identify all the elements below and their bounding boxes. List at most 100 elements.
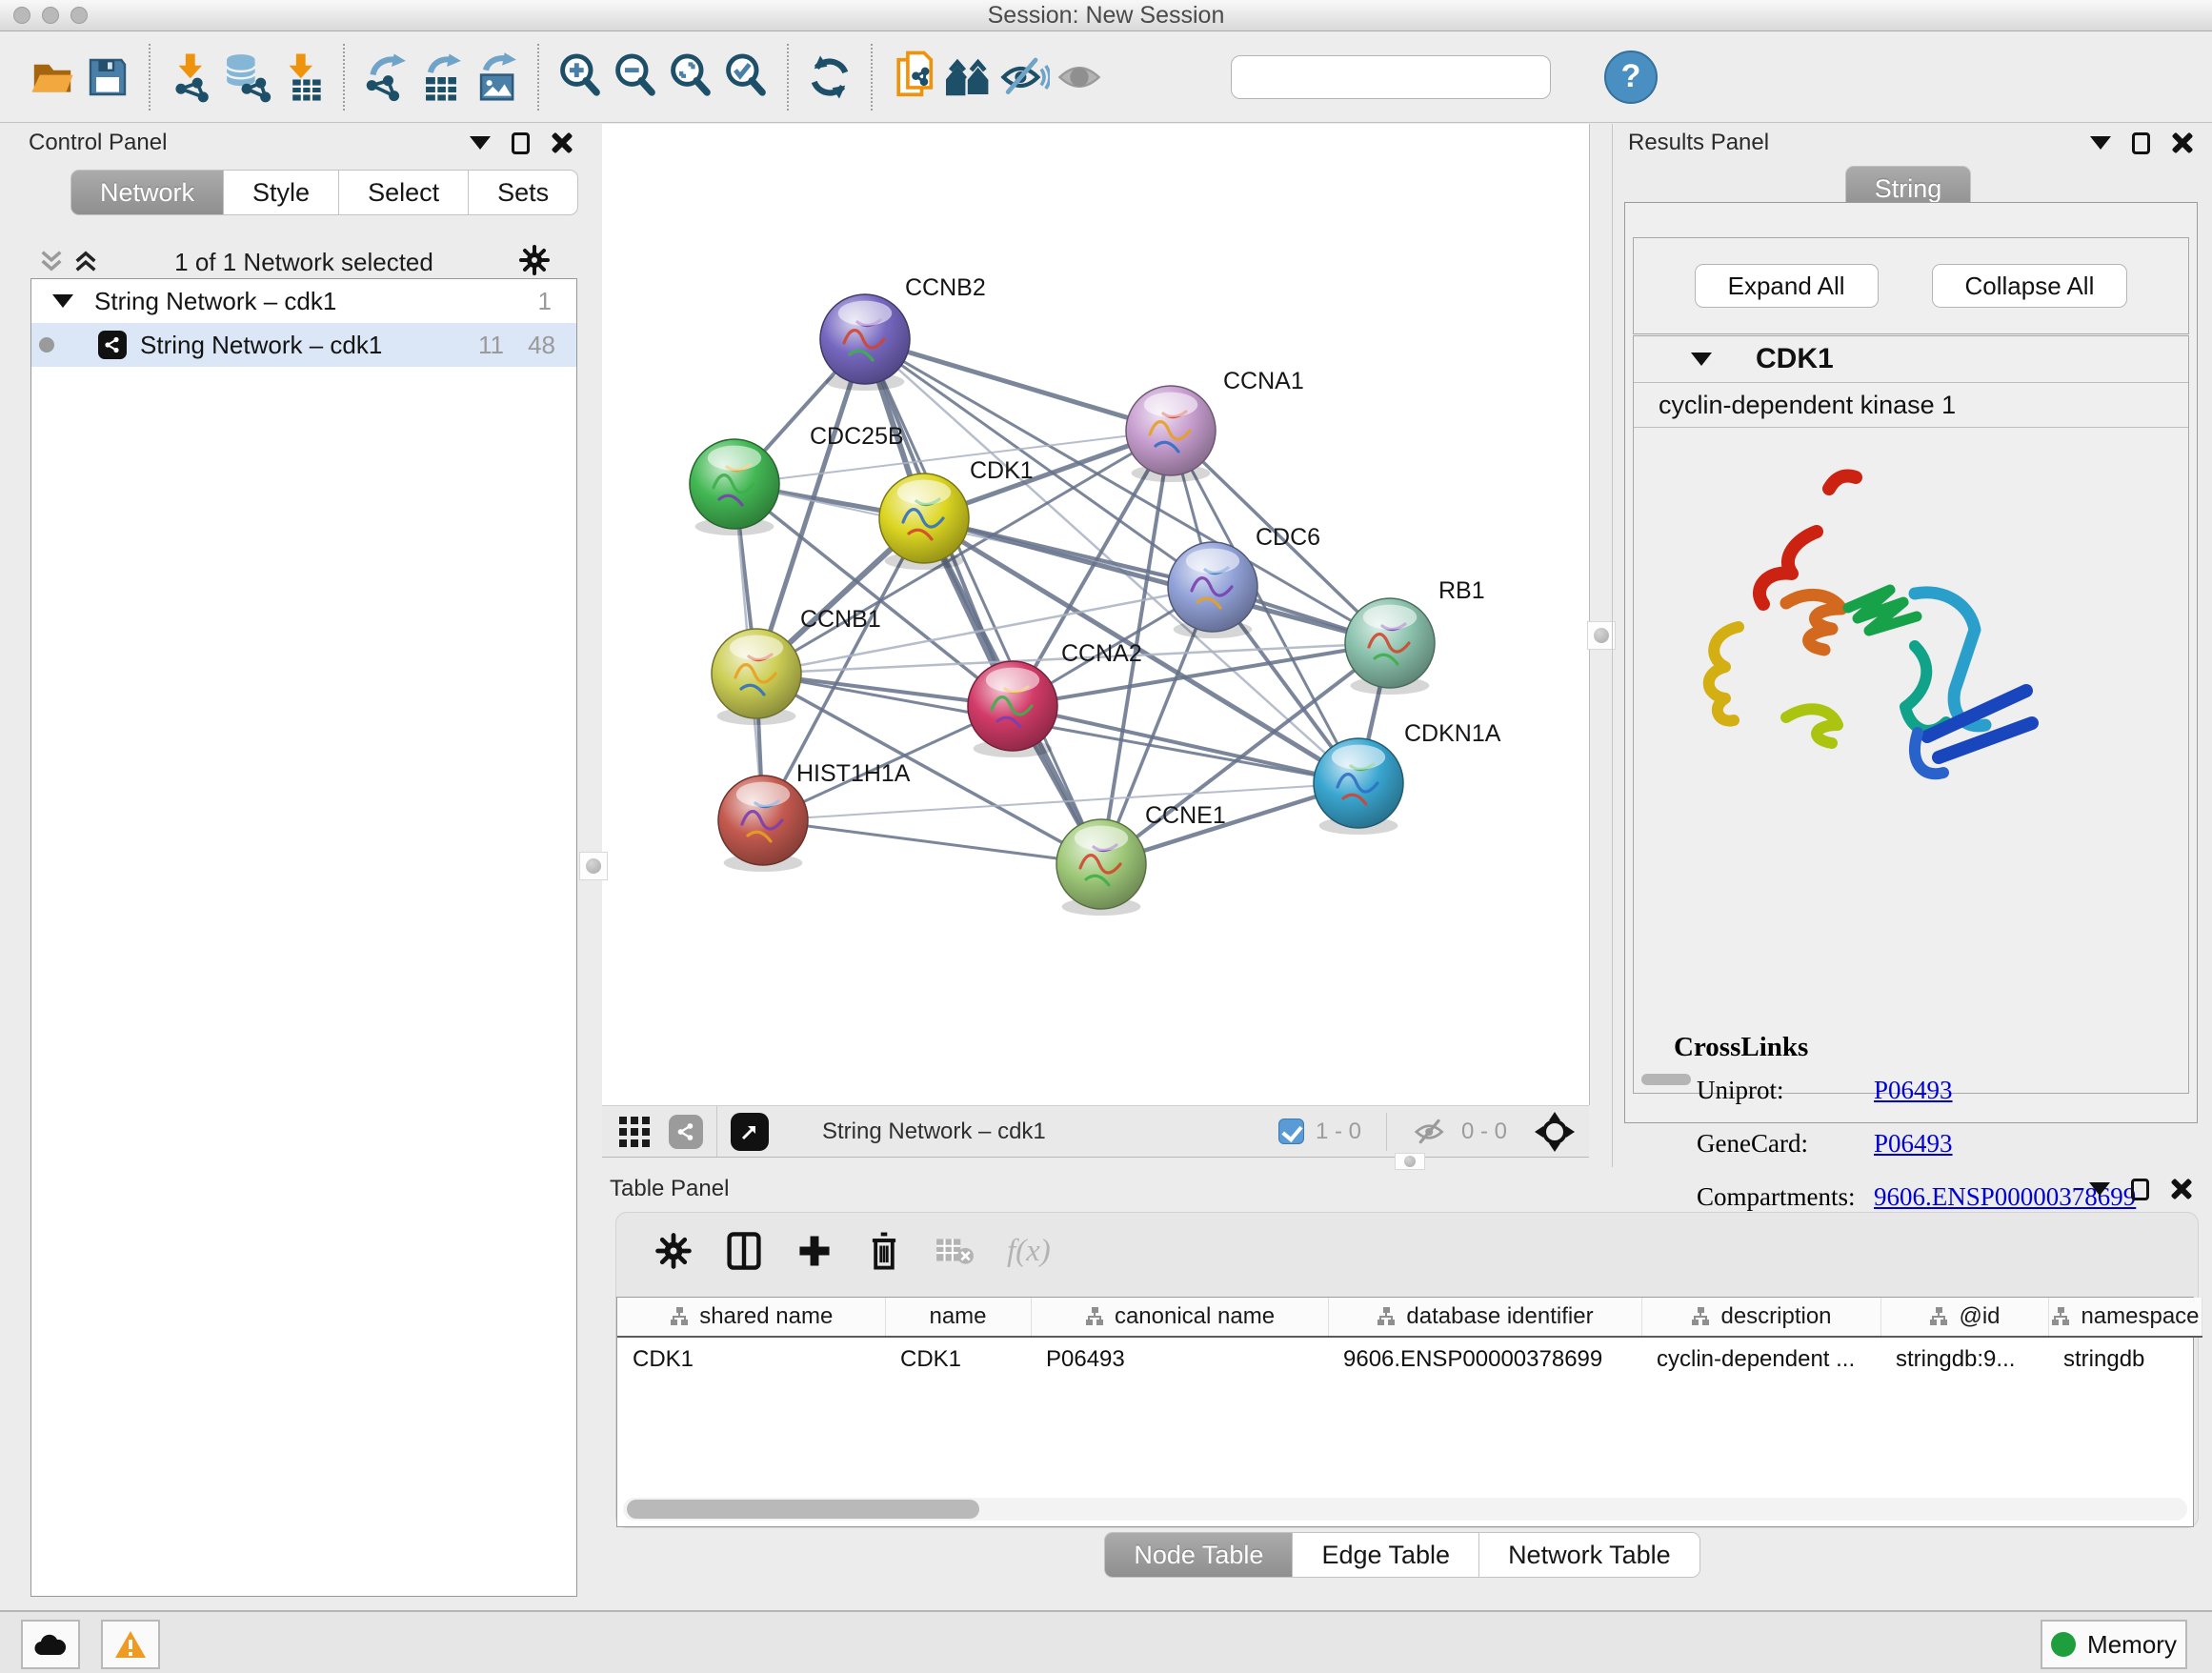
- collection-expander-icon[interactable]: [52, 294, 73, 308]
- network-node-CDC25B[interactable]: [690, 439, 779, 535]
- column-header-shared-name[interactable]: shared name: [617, 1298, 885, 1337]
- tab-network[interactable]: Network: [70, 170, 224, 215]
- refresh-view-button[interactable]: [802, 47, 857, 108]
- network-edge-CCNA2-CDKN1A[interactable]: [1013, 706, 1358, 783]
- detach-view-icon[interactable]: [731, 1113, 769, 1151]
- network-overview-icon[interactable]: [669, 1115, 703, 1149]
- column-header-name[interactable]: name: [885, 1298, 1031, 1337]
- table-cell[interactable]: P06493: [1031, 1337, 1328, 1381]
- help-icon: ?: [1621, 58, 1641, 95]
- column-header-@id[interactable]: @id: [1880, 1298, 2048, 1337]
- panel-menu-icon[interactable]: [2090, 136, 2111, 150]
- network-canvas[interactable]: CCNB2CCNA1CDC25BCDK1CDC6RB1CCNB1CCNA2CDK…: [602, 124, 1590, 1105]
- panel-menu-icon[interactable]: [470, 136, 491, 150]
- window-zoom-button[interactable]: [70, 7, 88, 24]
- crosslink-value-link[interactable]: P06493: [1874, 1076, 1953, 1105]
- search-input[interactable]: [1241, 63, 1540, 91]
- network-edge-CCNA1-CDC25B[interactable]: [734, 431, 1171, 484]
- network-node-CCNA1[interactable]: [1126, 386, 1216, 482]
- memory-label: Memory: [2087, 1630, 2177, 1660]
- column-header-label: canonical name: [1115, 1303, 1275, 1330]
- network-edge-CCNB2-CCNA1[interactable]: [865, 339, 1171, 431]
- results-scrollbar[interactable]: [1641, 1074, 1691, 1085]
- tab-edge-table[interactable]: Edge Table: [1293, 1532, 1479, 1578]
- tab-network-table[interactable]: Network Table: [1479, 1532, 1700, 1578]
- panel-float-icon[interactable]: [512, 132, 530, 154]
- birdseye-view-icon[interactable]: [1534, 1111, 1576, 1153]
- network-options-gear-icon[interactable]: [518, 244, 551, 276]
- column-header-database-identifier[interactable]: database identifier: [1328, 1298, 1641, 1337]
- table-cell[interactable]: stringdb:9...: [1880, 1337, 2048, 1381]
- tab-sets[interactable]: Sets: [469, 170, 578, 215]
- window-minimize-button[interactable]: [42, 7, 59, 24]
- network-node-CDKN1A[interactable]: [1314, 738, 1403, 835]
- tab-style[interactable]: Style: [224, 170, 339, 215]
- network-row[interactable]: String Network – cdk1 11 48: [31, 323, 576, 367]
- tab-select[interactable]: Select: [339, 170, 469, 215]
- show-all-button[interactable]: [1052, 47, 1107, 108]
- import-table-file-button[interactable]: [274, 47, 330, 108]
- window-close-button[interactable]: [13, 7, 30, 24]
- network-node-HIST1H1A[interactable]: [718, 776, 808, 872]
- export-table-button[interactable]: [413, 47, 469, 108]
- scrollbar-thumb[interactable]: [627, 1500, 979, 1519]
- column-header-canonical-name[interactable]: canonical name: [1031, 1298, 1328, 1337]
- table-row[interactable]: CDK1CDK1P064939606.ENSP00000378699cyclin…: [617, 1337, 2202, 1381]
- collapse-all-button[interactable]: Collapse All: [1932, 264, 2128, 308]
- zoom-out-button[interactable]: [608, 47, 663, 108]
- memory-button[interactable]: Memory: [2041, 1620, 2187, 1669]
- crosslink-value-link[interactable]: P06493: [1874, 1129, 1953, 1159]
- table-cell[interactable]: stringdb: [2048, 1337, 2202, 1381]
- hide-selected-button[interactable]: [996, 47, 1052, 108]
- network-edge-HIST1H1A-CCNE1[interactable]: [763, 820, 1101, 864]
- network-node-RB1[interactable]: [1345, 598, 1435, 695]
- panel-float-icon[interactable]: [2131, 1179, 2149, 1200]
- search-box[interactable]: [1231, 55, 1551, 99]
- panel-menu-icon[interactable]: [2089, 1182, 2110, 1196]
- table-horizontal-scrollbar[interactable]: [623, 1498, 2187, 1521]
- table-options-gear-icon[interactable]: [654, 1232, 693, 1270]
- network-view-toolbar: String Network – cdk1 1 - 0 0 - 0: [602, 1105, 1589, 1158]
- horizontal-splitter-handle[interactable]: [1395, 1153, 1425, 1170]
- help-button[interactable]: ?: [1604, 50, 1658, 104]
- tab-node-table[interactable]: Node Table: [1104, 1532, 1293, 1578]
- network-collection-row[interactable]: String Network – cdk1 1: [31, 279, 576, 323]
- panel-close-icon[interactable]: [551, 131, 573, 154]
- protein-section-header[interactable]: CDK1: [1634, 336, 2188, 382]
- column-header-namespace[interactable]: namespace: [2048, 1298, 2202, 1337]
- table-cell[interactable]: 9606.ENSP00000378699: [1328, 1337, 1641, 1381]
- table-cell[interactable]: CDK1: [885, 1337, 1031, 1381]
- first-neighbors-button[interactable]: [941, 47, 996, 108]
- table-cell[interactable]: CDK1: [617, 1337, 885, 1381]
- delete-column-icon[interactable]: [866, 1230, 902, 1272]
- zoom-fit-content-button[interactable]: [663, 47, 718, 108]
- export-image-button[interactable]: [469, 47, 524, 108]
- open-session-button[interactable]: [25, 47, 80, 108]
- grid-view-icon[interactable]: [617, 1115, 652, 1149]
- network-graph[interactable]: CCNB2CCNA1CDC25BCDK1CDC6RB1CCNB1CCNA2CDK…: [602, 124, 1589, 1105]
- duplicate-network-button[interactable]: [886, 47, 941, 108]
- add-column-icon[interactable]: [795, 1232, 834, 1270]
- import-network-database-button[interactable]: [219, 47, 274, 108]
- network-node-CCNB1[interactable]: [712, 629, 801, 725]
- panel-float-icon[interactable]: [2132, 132, 2150, 154]
- save-session-button[interactable]: [80, 47, 135, 108]
- column-header-description[interactable]: description: [1641, 1298, 1880, 1337]
- network-node-CCNA2[interactable]: [968, 661, 1057, 757]
- node-table[interactable]: shared namename canonical name database id…: [616, 1297, 2194, 1527]
- selected-checkbox-icon[interactable]: [1278, 1119, 1304, 1144]
- panel-close-icon[interactable]: [2171, 131, 2194, 154]
- show-columns-icon[interactable]: [725, 1230, 763, 1272]
- export-network-button[interactable]: [358, 47, 413, 108]
- import-network-file-button[interactable]: [164, 47, 219, 108]
- warnings-button[interactable]: [101, 1620, 160, 1669]
- left-splitter-handle[interactable]: [579, 852, 608, 880]
- zoom-in-button[interactable]: [553, 47, 608, 108]
- cloud-status-button[interactable]: [21, 1620, 80, 1669]
- panel-close-icon[interactable]: [2170, 1178, 2193, 1200]
- network-node-CCNE1[interactable]: [1056, 819, 1146, 916]
- expand-all-button[interactable]: Expand All: [1695, 264, 1879, 308]
- table-cell[interactable]: cyclin-dependent ...: [1641, 1337, 1880, 1381]
- section-expander-icon[interactable]: [1691, 353, 1712, 366]
- zoom-selected-button[interactable]: [718, 47, 774, 108]
